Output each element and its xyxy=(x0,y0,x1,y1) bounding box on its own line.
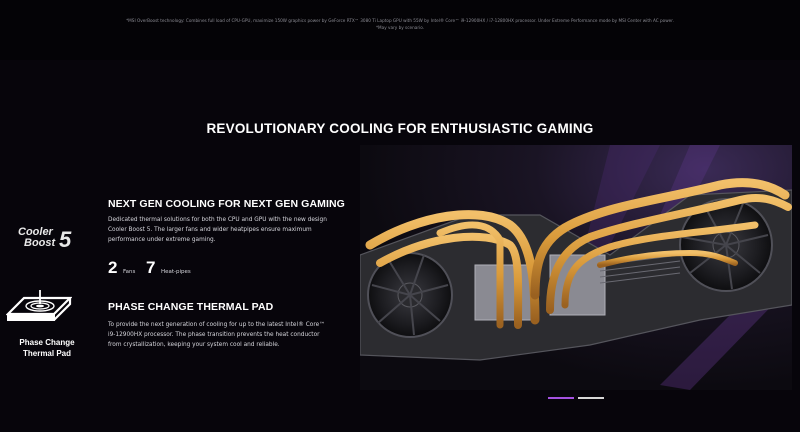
fans-count: 2 xyxy=(108,258,118,277)
cooling-heading: NEXT GEN COOLING FOR NEXT GEN GAMING xyxy=(108,198,345,210)
cooling-description: Dedicated thermal solutions for both the… xyxy=(108,217,327,243)
carousel-dot-2[interactable] xyxy=(578,397,604,399)
thermal-pad-label-line1: Phase Change xyxy=(19,338,75,347)
cooler-boost-logo: Cooler Boost 5 xyxy=(16,226,86,254)
thermal-pad-description: To provide the next generation of coolin… xyxy=(108,322,325,348)
thermal-pad-label-line2: Thermal Pad xyxy=(22,349,71,358)
cooling-system-image xyxy=(360,145,792,390)
thermal-pad-icon xyxy=(6,290,72,321)
footnote: *MSI OverBoost technology: Combines full… xyxy=(0,17,800,31)
heatpipe-illustration xyxy=(360,145,792,390)
heatpipes-count: 7 xyxy=(146,258,156,277)
fans-label: Fans xyxy=(123,269,136,275)
footnote-line-2: *May vary by scenario. xyxy=(375,25,425,30)
footnote-line-1: *MSI OverBoost technology: Combines full… xyxy=(126,18,674,23)
thermal-pad-heading: PHASE CHANGE THERMAL PAD xyxy=(108,301,274,313)
cooler-boost-logo-line2: Boost xyxy=(24,237,56,249)
cooler-boost-logo-number: 5 xyxy=(59,227,72,252)
section-title: REVOLUTIONARY COOLING FOR ENTHUSIASTIC G… xyxy=(206,121,594,136)
carousel-dot-1[interactable] xyxy=(548,397,574,399)
thermal-pad-label: Phase Change Thermal Pad xyxy=(6,337,88,359)
heatpipes-label: Heat-pipes xyxy=(161,269,191,275)
